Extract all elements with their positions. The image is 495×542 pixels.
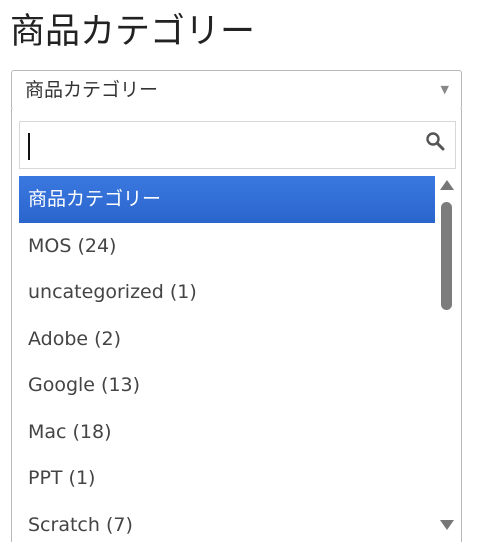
dropdown-panel: 商品カテゴリー MOS (24) uncategorized (1) Adobe…	[11, 109, 462, 542]
option-item[interactable]: MOS (24)	[19, 223, 435, 270]
search-input[interactable]	[20, 122, 455, 168]
page-title: 商品カテゴリー	[10, 12, 256, 52]
option-item[interactable]: Adobe (2)	[19, 316, 435, 363]
scroll-thumb[interactable]	[441, 202, 452, 310]
text-caret	[28, 133, 30, 160]
option-item[interactable]: 商品カテゴリー	[19, 176, 435, 223]
option-item[interactable]: uncategorized (1)	[19, 269, 435, 316]
chevron-down-icon: ▼	[440, 83, 449, 96]
scroll-down-icon[interactable]	[440, 520, 454, 530]
option-item[interactable]: Google (13)	[19, 362, 435, 409]
category-select[interactable]: 商品カテゴリー ▼	[11, 70, 462, 110]
option-item[interactable]: PPT (1)	[19, 455, 435, 502]
search-field[interactable]	[19, 121, 456, 169]
options-list: 商品カテゴリー MOS (24) uncategorized (1) Adobe…	[19, 176, 435, 542]
select-value: 商品カテゴリー	[25, 79, 159, 101]
scrollbar[interactable]	[438, 176, 456, 542]
scroll-up-icon[interactable]	[440, 180, 454, 190]
search-icon	[426, 132, 445, 151]
option-item[interactable]: Scratch (7)	[19, 502, 435, 542]
option-item[interactable]: Mac (18)	[19, 409, 435, 456]
